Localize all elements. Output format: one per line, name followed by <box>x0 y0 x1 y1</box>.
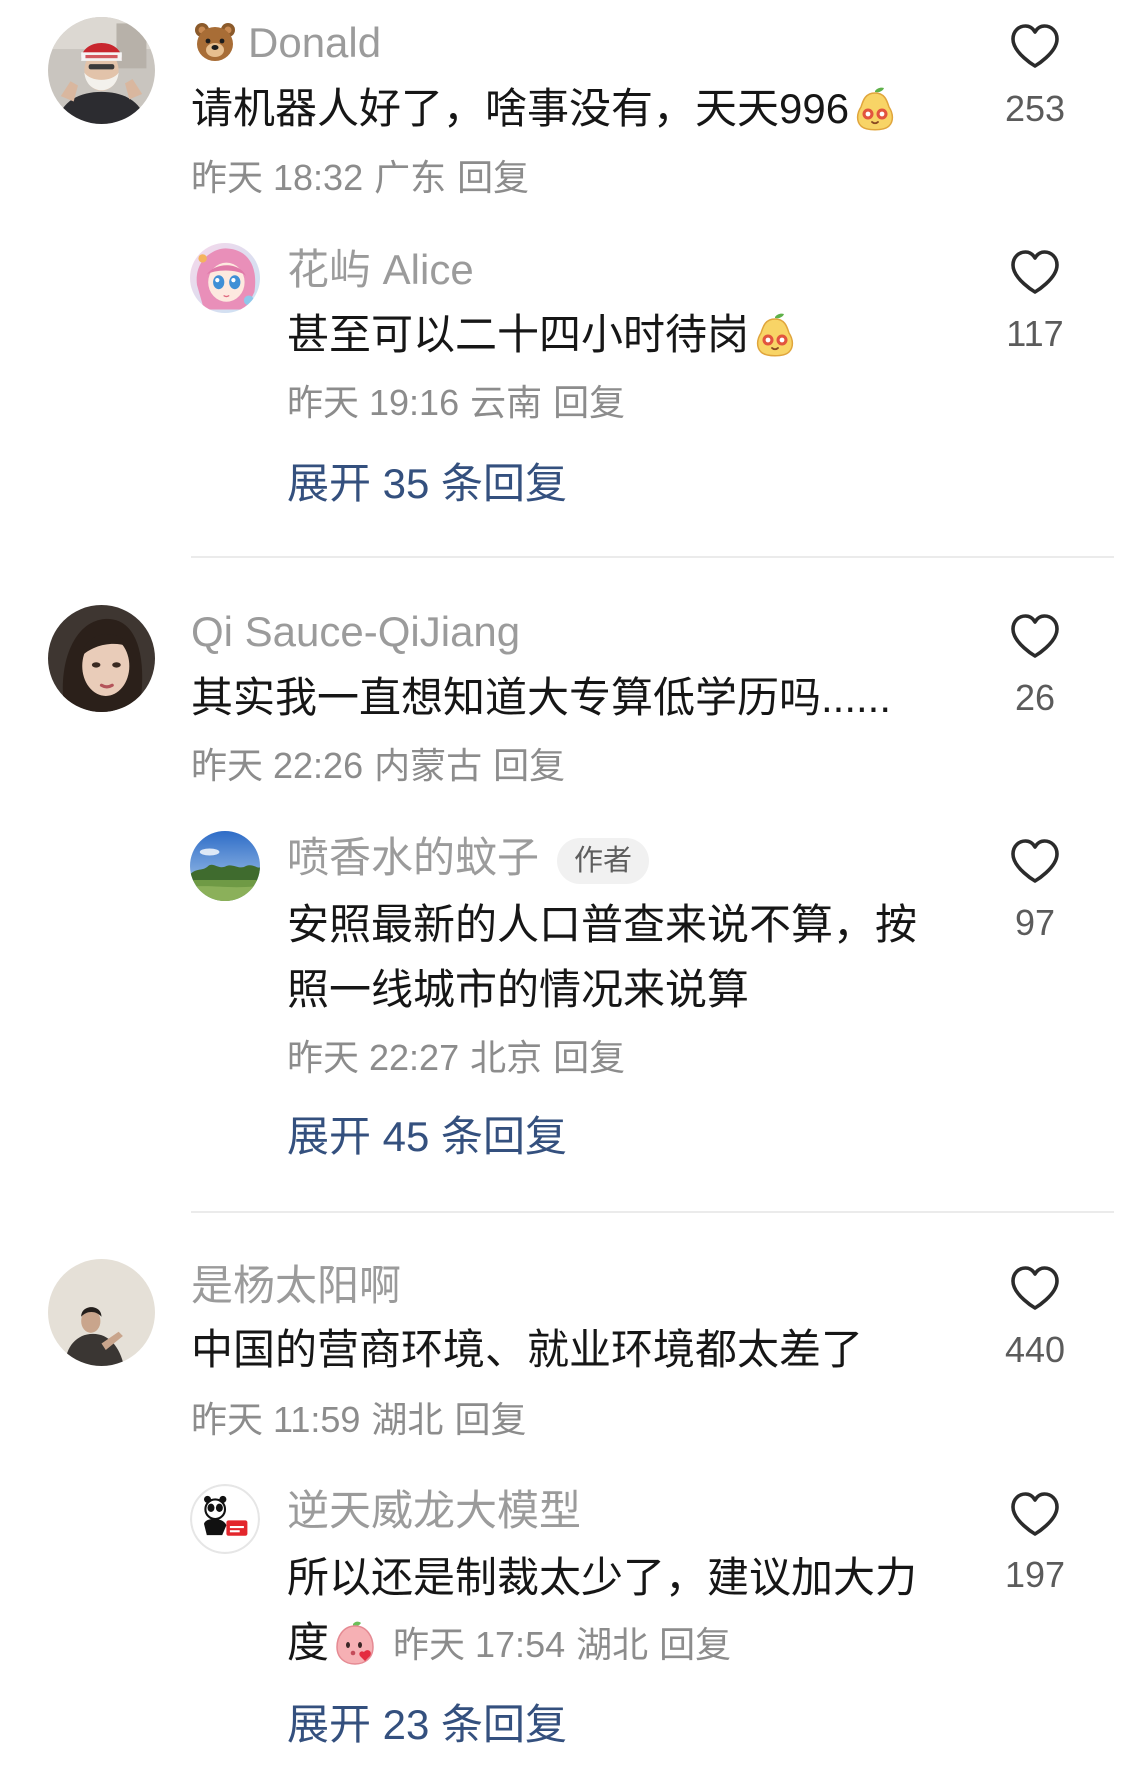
reply-avatar[interactable] <box>190 1484 260 1554</box>
like-count: 97 <box>1014 902 1056 943</box>
reply-location: 湖北 <box>576 1624 649 1665</box>
comment-time: 昨天 18:32 <box>191 157 364 198</box>
reply-text-line: 所以还是制裁太少了，建议加大力 <box>287 1554 918 1601</box>
reply-avatar[interactable] <box>190 243 260 313</box>
reply-location: 北京 <box>470 1037 543 1078</box>
reply-author-name[interactable]: 花屿 Alice <box>287 244 474 296</box>
comment-location: 湖北 <box>371 1399 444 1440</box>
reply-author-name[interactable]: 逆天威龙大模型 <box>287 1485 581 1537</box>
commenter-name[interactable]: Donald <box>191 17 381 69</box>
like-heart-icon[interactable] <box>1009 1265 1061 1313</box>
like-count: 117 <box>1006 313 1064 354</box>
reply-text-line: 安照最新的人口普查来说不算，按 <box>287 901 918 948</box>
like-heart-icon[interactable] <box>1009 249 1061 297</box>
reply-avatar[interactable] <box>190 831 260 901</box>
comment-meta: 昨天 22:26 内蒙古 回复 <box>191 744 565 788</box>
yellow-pear-face-emoji-icon <box>851 85 899 133</box>
commenter-name[interactable]: 是杨太阳啊 <box>191 1260 401 1312</box>
comment-location: 广东 <box>374 157 447 198</box>
reply-text-line: 照一线城市的情况来说算 <box>287 966 750 1013</box>
commenter-name-text: Donald <box>248 19 382 66</box>
reply-button[interactable]: 回复 <box>457 157 529 198</box>
reply-text[interactable]: 甚至可以二十四小时待岗 <box>287 309 799 361</box>
pink-peach-face-emoji-icon <box>331 1619 379 1667</box>
comment-text[interactable]: 其实我一直想知道大专算低学历吗...... <box>191 672 891 724</box>
reply-text-body: 甚至可以二十四小时待岗 <box>287 311 750 358</box>
like-heart-icon[interactable] <box>1009 613 1061 661</box>
reply-meta: 昨天 22:27 北京 回复 <box>287 1036 625 1080</box>
reply-time: 昨天 19:16 <box>287 382 460 423</box>
reply-button[interactable]: 回复 <box>493 745 565 786</box>
thread-divider <box>191 556 1114 558</box>
reply-author-name-text: 喷香水的蚊子 <box>287 834 540 881</box>
like-heart-icon[interactable] <box>1009 23 1061 71</box>
commenter-avatar[interactable] <box>48 17 155 124</box>
like-heart-icon[interactable] <box>1009 838 1061 886</box>
reply-text[interactable]: 所以还是制裁太少了，建议加大力 度 昨天 17:54 湖北 回复 <box>287 1545 917 1675</box>
thread-divider <box>191 1211 1114 1213</box>
reply-time: 昨天 17:54 <box>393 1624 566 1665</box>
reply-button[interactable]: 回复 <box>659 1624 731 1665</box>
expand-replies-button[interactable]: 展开 45 条回复 <box>287 1111 567 1163</box>
expand-replies-button[interactable]: 展开 23 条回复 <box>287 1699 567 1751</box>
reply-text-last-line: 度 昨天 17:54 湖北 回复 <box>287 1610 917 1675</box>
comment-text-body: 中国的营商环境、就业环境都太差了 <box>191 1326 864 1373</box>
author-badge: 作者 <box>557 838 650 884</box>
reply-author-name-text: 逆天威龙大模型 <box>287 1487 582 1534</box>
like-count: 26 <box>1014 677 1056 718</box>
bear-face-emoji-icon <box>191 18 239 66</box>
commenter-name-text: Qi Sauce-QiJiang <box>191 608 521 655</box>
reply-text-line: 度 <box>287 1619 330 1666</box>
reply-location: 云南 <box>470 382 543 423</box>
comment-meta: 昨天 11:59 湖北 回复 <box>191 1398 526 1442</box>
like-count: 253 <box>1004 88 1066 129</box>
comment-text[interactable]: 请机器人好了，啥事没有，天天996 <box>191 83 899 135</box>
comment-time: 昨天 11:59 <box>191 1399 361 1440</box>
reply-text[interactable]: 安照最新的人口普查来说不算，按 照一线城市的情况来说算 <box>287 892 917 1022</box>
reply-author-name[interactable]: 喷香水的蚊子 作者 <box>287 832 650 884</box>
reply-author-name-text: 花屿 Alice <box>287 246 474 293</box>
commenter-name-text: 是杨太阳啊 <box>191 1262 402 1309</box>
like-count: 440 <box>1004 1329 1066 1370</box>
reply-time: 昨天 22:27 <box>287 1037 460 1078</box>
reply-meta: 昨天 17:54 湖北 回复 <box>393 1624 731 1665</box>
commenter-avatar[interactable] <box>48 1259 155 1366</box>
expand-replies-button[interactable]: 展开 35 条回复 <box>287 458 567 510</box>
comment-text-body: 其实我一直想知道大专算低学历吗...... <box>191 674 892 721</box>
comment-list: Donald 请机器人好了，啥事没有，天天996 昨天 18:32 广东 回复 25… <box>0 0 1125 1781</box>
like-count: 197 <box>1004 1554 1066 1595</box>
comment-meta: 昨天 18:32 广东 回复 <box>191 156 529 200</box>
commenter-avatar[interactable] <box>48 605 155 712</box>
reply-button[interactable]: 回复 <box>553 382 625 423</box>
reply-meta: 昨天 19:16 云南 回复 <box>287 381 625 425</box>
reply-button[interactable]: 回复 <box>454 1399 526 1440</box>
like-heart-icon[interactable] <box>1009 1491 1061 1539</box>
comment-time: 昨天 22:26 <box>191 745 364 786</box>
comment-text-body: 请机器人好了，啥事没有，天天996 <box>191 85 850 132</box>
comment-text[interactable]: 中国的营商环境、就业环境都太差了 <box>191 1324 863 1376</box>
reply-button[interactable]: 回复 <box>553 1037 625 1078</box>
comment-location: 内蒙古 <box>374 745 483 786</box>
commenter-name[interactable]: Qi Sauce-QiJiang <box>191 606 520 658</box>
yellow-pear-face-emoji-icon <box>751 311 799 359</box>
